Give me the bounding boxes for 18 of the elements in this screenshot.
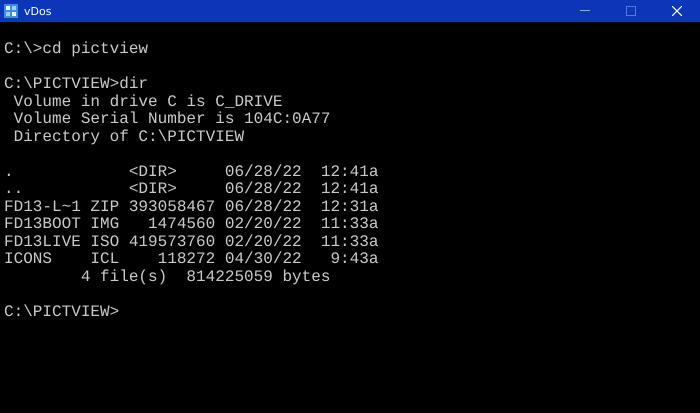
console-line: 4 file(s) 814225059 bytes [80, 268, 330, 286]
console-line: .. <DIR> 06/28/22 12:41a [4, 181, 378, 198]
console-line: C:\PICTVIEW> [4, 304, 120, 321]
close-icon [672, 6, 682, 16]
minimize-icon [580, 10, 590, 12]
console-line: C:\>cd pictview [4, 41, 148, 58]
window-title: vDos [24, 4, 52, 18]
console-line: Volume in drive C is C_DRIVE [12, 94, 282, 111]
console-line: Volume Serial Number is 104C:0A77 [12, 111, 330, 128]
console-line: FD13-L~1 ZIP 393058467 06/28/22 12:31a [4, 198, 378, 216]
console-line: ICONS ICL 118272 04/30/22 9:43a [4, 251, 378, 268]
maximize-icon [626, 6, 636, 16]
console-line: FD13LIVE ISO 419573760 02/20/22 11:33a [4, 234, 378, 251]
console-line: C:\PICTVIEW>dir [4, 76, 148, 94]
console-line: . <DIR> 06/28/22 12:41a [4, 164, 378, 181]
app-icon [4, 4, 18, 18]
console-line: FD13BOOT IMG 1474560 02/20/22 11:33a [4, 216, 378, 234]
console-line: Directory of C:\PICTVIEW [12, 128, 244, 146]
